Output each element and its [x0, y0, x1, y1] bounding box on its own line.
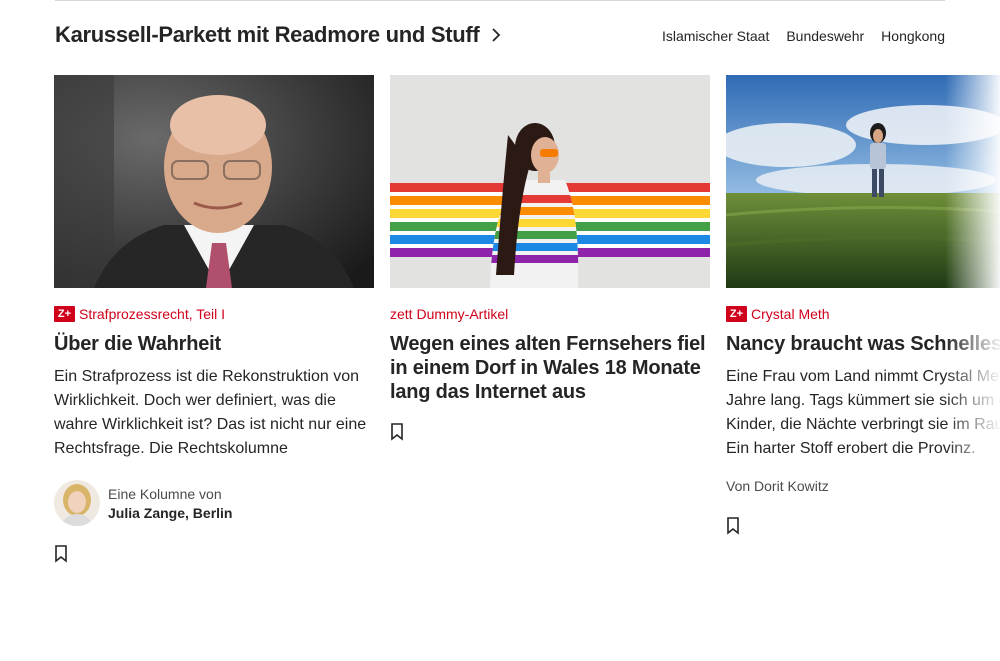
headline-line: Wegen eines alten Fernsehers fiel [390, 333, 706, 355]
article-kicker: Strafprozessrecht, Teil I [79, 306, 226, 322]
article-card[interactable]: Z+ Crystal Meth Nancy braucht was Schnel… [726, 75, 1000, 535]
article-byline[interactable]: Von Dorit Kowitz [726, 478, 1000, 494]
teaser-line: Ein Strafprozess ist die Rekonstruktion … [54, 368, 360, 385]
topic-tags: Islamischer Staat Bundeswehr Hongkong [662, 28, 945, 44]
article-image[interactable] [726, 75, 1000, 288]
article-kicker: zett Dummy-Artikel [390, 306, 509, 322]
zplus-badge: Z+ [726, 306, 747, 322]
article-headline[interactable]: Über die Wahrheit [54, 332, 374, 356]
article-headline[interactable]: Wegen eines alten Fernsehers fiel in ein… [390, 332, 710, 404]
teaser-line: Wirklichkeit. Doch wer definiert, was di… [54, 392, 336, 409]
article-card[interactable]: Z+ Strafprozessrecht, Teil I Über die Wa… [54, 75, 374, 563]
teaser-line: Eine Frau vom Land nimmt Crystal Meth [726, 368, 1000, 385]
tag-link[interactable]: Bundeswehr [786, 28, 864, 44]
headline-line: lang das Internet aus [390, 381, 586, 403]
chevron-right-icon [492, 28, 501, 42]
article-card[interactable]: zett Dummy-Artikel Wegen eines alten Fer… [390, 75, 710, 441]
section-title: Karussell-Parkett mit Readmore und Stuff [55, 22, 480, 47]
teaser-line: Ein harter Stoff erobert die Provinz. [726, 440, 976, 457]
article-headline[interactable]: Nancy braucht was Schnelles [726, 332, 1000, 356]
zplus-badge: Z+ [54, 306, 75, 322]
teaser-line: Jahre lang. Tags kümmert sie sich um d [726, 392, 1000, 409]
bookmark-icon[interactable] [726, 517, 740, 535]
top-divider [55, 0, 945, 1]
avatar [54, 480, 100, 526]
section-header: Karussell-Parkett mit Readmore und Stuff… [55, 20, 945, 52]
section-title-link[interactable]: Karussell-Parkett mit Readmore und Stuff [55, 22, 503, 48]
bookmark-icon[interactable] [54, 545, 68, 563]
tag-link[interactable]: Hongkong [881, 28, 945, 44]
article-image[interactable] [54, 75, 374, 288]
author-prefix: Eine Kolumne von [108, 485, 222, 502]
teaser-line: Kinder, die Nächte verbringt sie im Rau [726, 416, 1000, 433]
article-teaser: Ein Strafprozess ist die Rekonstruktion … [54, 365, 374, 461]
article-image[interactable] [390, 75, 710, 288]
author-name[interactable]: Julia Zange, Berlin [108, 505, 232, 521]
article-kicker: Crystal Meth [751, 306, 830, 322]
tag-link[interactable]: Islamischer Staat [662, 28, 769, 44]
teaser-line: Rechtsfrage. Die Rechtskolumne [54, 440, 288, 457]
article-teaser: Eine Frau vom Land nimmt Crystal Meth Ja… [726, 365, 1000, 461]
author-box[interactable]: Eine Kolumne von Julia Zange, Berlin [54, 480, 374, 526]
bookmark-icon[interactable] [390, 423, 404, 441]
teaser-line: wahre Wirklichkeit ist? Das ist nicht nu… [54, 416, 367, 433]
headline-line: in einem Dorf in Wales 18 Monate [390, 357, 701, 379]
